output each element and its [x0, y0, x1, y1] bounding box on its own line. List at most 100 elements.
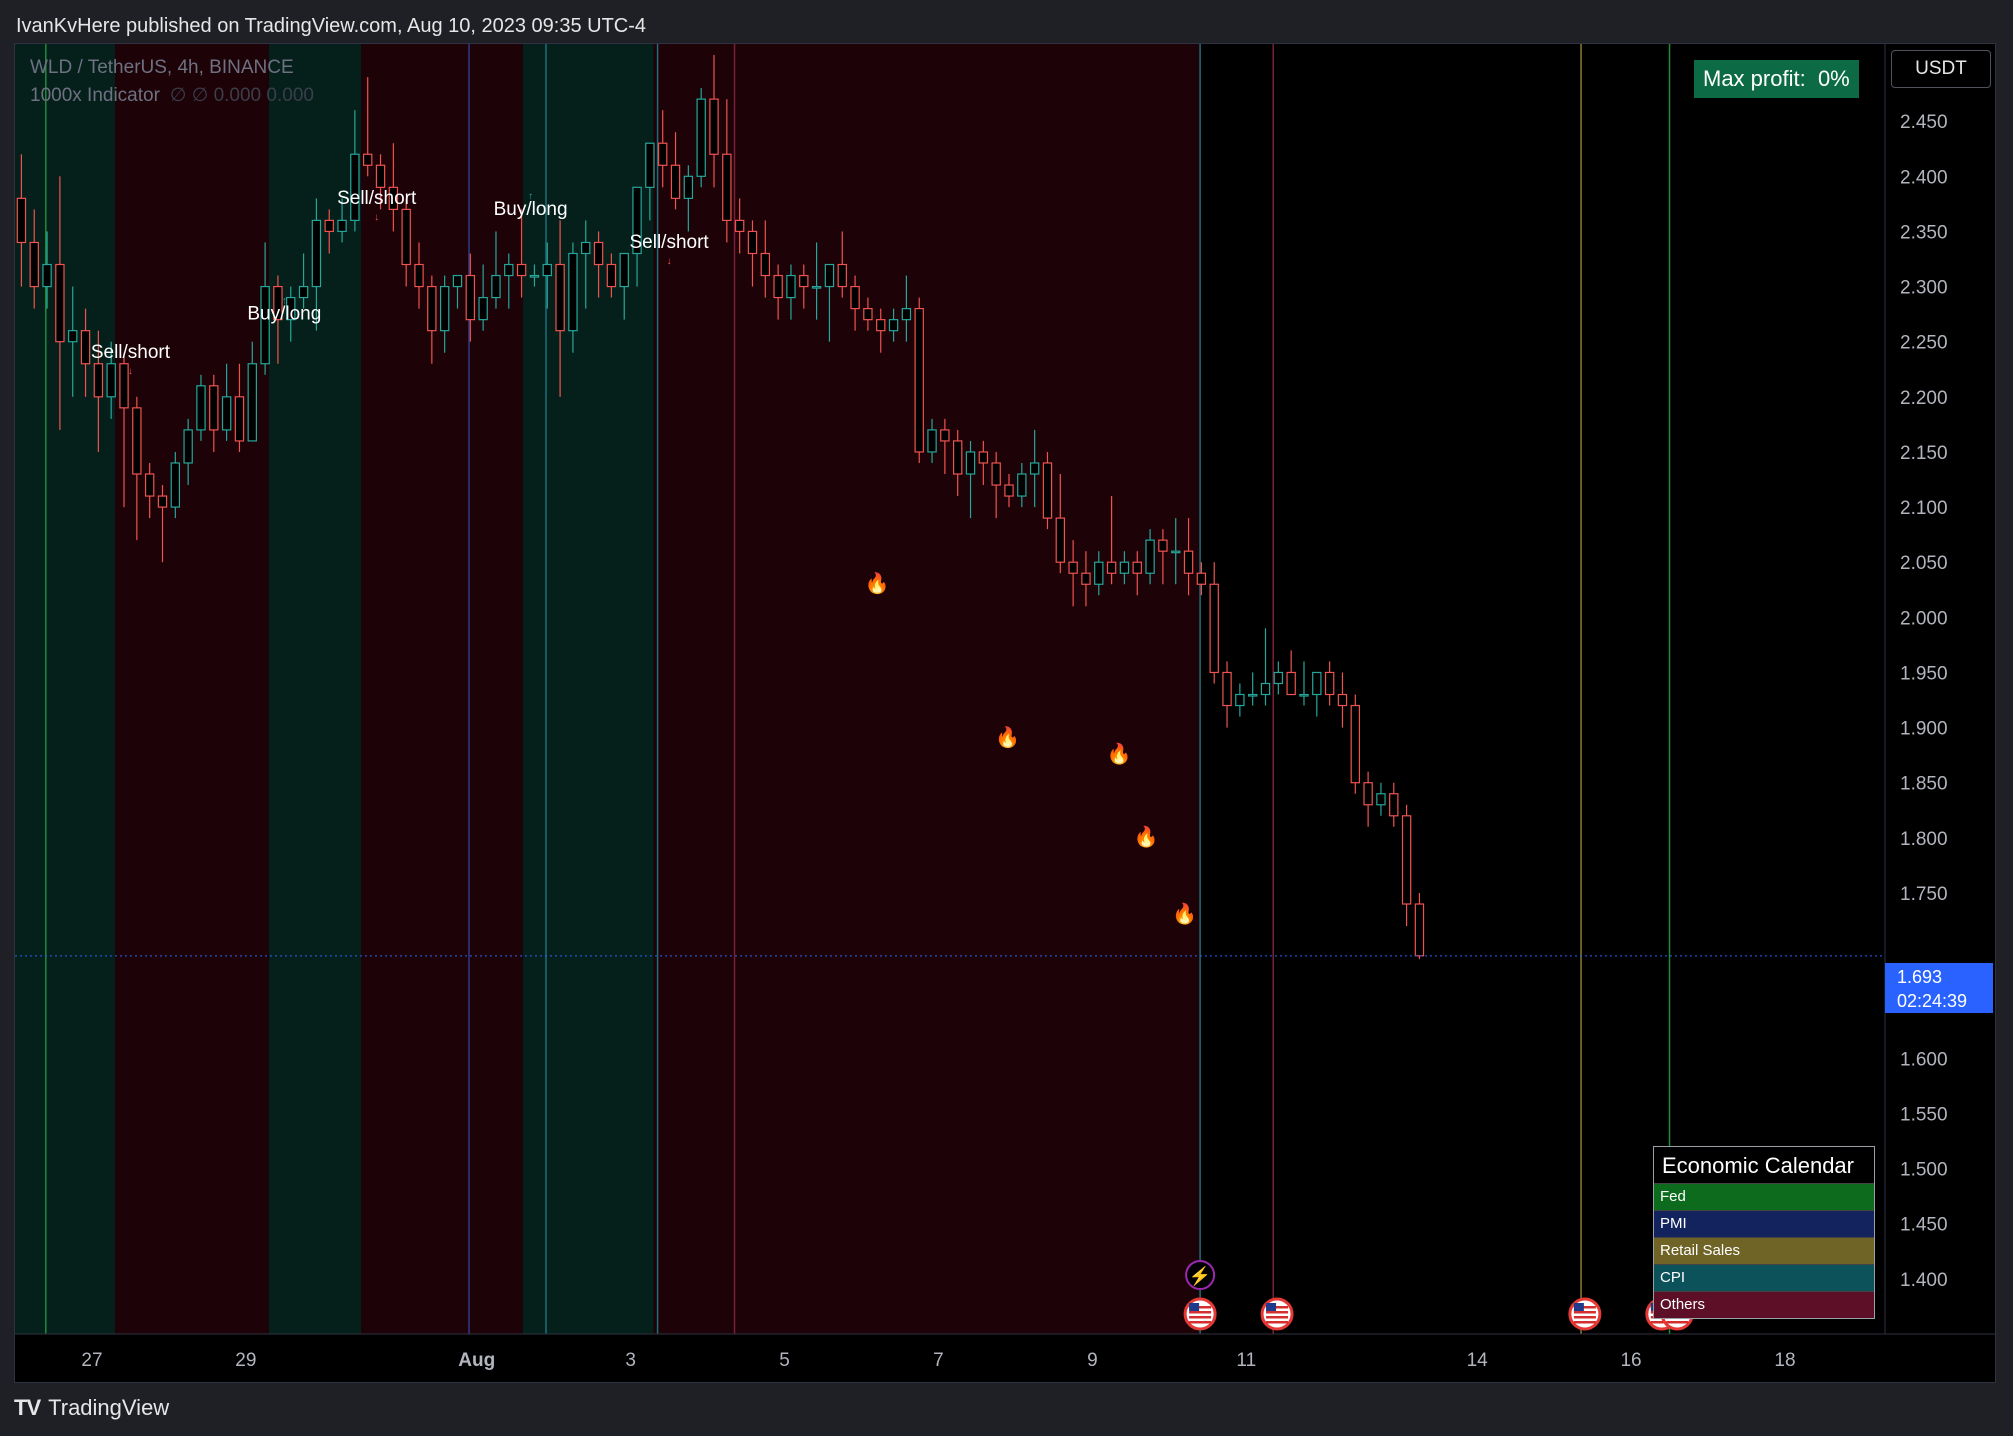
us-flag-icon [1260, 1297, 1294, 1331]
candle-body [978, 451, 989, 464]
signal-arrow-icon: ↓ [128, 366, 133, 377]
candle [1312, 671, 1322, 717]
lightning-glyph: ⚡ [1189, 1265, 1211, 1287]
candle-body [516, 263, 527, 277]
candle-body [260, 285, 270, 365]
time-axis [15, 1334, 1995, 1382]
signal-label: Buy/long [494, 199, 568, 220]
candle-body [234, 396, 245, 442]
candle-body [811, 285, 822, 289]
signal-label: Sell/short [91, 342, 171, 363]
last-price-tag: 1.693 02:24:39 [1885, 963, 1993, 1013]
flag-stripe [1266, 1321, 1289, 1324]
candle-body [1196, 572, 1207, 585]
candle [1337, 672, 1348, 728]
candle-body [760, 252, 771, 277]
candle [1363, 771, 1373, 827]
candle [1222, 661, 1232, 728]
last-price-value: 1.693 [1897, 967, 1943, 987]
price-tick-label: 2.450 [1900, 112, 1948, 133]
price-tick-label: 1.450 [1900, 1215, 1948, 1236]
candle-body [119, 363, 129, 409]
price-tick-label: 1.950 [1900, 663, 1948, 684]
candle-body [68, 330, 78, 343]
candle-body [1324, 671, 1335, 696]
candle-body [247, 363, 257, 442]
candle-body [439, 285, 450, 332]
candle-body [401, 208, 411, 266]
candle-body [734, 219, 745, 233]
candle-body [196, 385, 206, 431]
fire-icon: 🔥 [1107, 742, 1132, 766]
candle-body [1273, 671, 1284, 685]
price-tick-label: 1.600 [1900, 1049, 1948, 1070]
chart-area[interactable]: Sell/short ↓ Buy/long ↑ Sell/short ↓ Buy/long ↑… [14, 43, 1996, 1383]
candle-body [1029, 462, 1040, 475]
candle [914, 297, 924, 463]
price-tick-label: 2.100 [1900, 498, 1948, 519]
candle-body [80, 330, 91, 365]
candle-body [1389, 793, 1399, 817]
candle-body [375, 164, 386, 188]
fire-icon: 🔥 [1172, 902, 1197, 926]
flag-canton [1573, 1303, 1584, 1311]
signal-label: Sell/short [630, 232, 710, 253]
price-tick-label: 1.550 [1900, 1104, 1948, 1125]
signal-zone-sell [653, 44, 1201, 1334]
price-tick-label: 1.500 [1900, 1160, 1948, 1181]
flag-stripe [1573, 1311, 1596, 1314]
candle-body [1260, 682, 1271, 696]
candle-body [42, 263, 52, 288]
brand-name: TradingView [48, 1395, 170, 1420]
indicator-legend[interactable]: 1000x Indicator ∅ ∅ 0.000 0.000 [30, 84, 314, 107]
candle-body [183, 429, 193, 464]
candle-body [106, 363, 116, 398]
candle-body [324, 219, 334, 233]
candle-body [876, 319, 886, 332]
candle-body [1222, 671, 1232, 707]
candle-body [491, 274, 501, 299]
candle-body [837, 263, 847, 288]
flag-stripe [1189, 1311, 1212, 1314]
candle-body [298, 285, 309, 299]
calendar-row-fed: Fed [1654, 1183, 1874, 1210]
candle-body [914, 308, 924, 453]
price-tick-label: 2.350 [1900, 222, 1948, 243]
fire-icon: 🔥 [1134, 824, 1159, 848]
candle-body [157, 495, 168, 508]
footer-brand[interactable]: TV TradingView [14, 1390, 169, 1426]
candle-body [529, 274, 540, 278]
candle-body [606, 263, 617, 288]
price-tick-label: 2.300 [1900, 278, 1948, 299]
bar-countdown: 02:24:39 [1897, 991, 1968, 1011]
flag-stripe [1266, 1311, 1289, 1314]
candle-body [1094, 561, 1104, 585]
candle-body [581, 241, 591, 255]
candle-body [55, 263, 65, 343]
candle [1273, 661, 1284, 695]
price-tick-label: 1.850 [1900, 774, 1948, 795]
time-tick-label: 3 [625, 1350, 636, 1371]
price-tick-label: 1.900 [1900, 719, 1948, 740]
candle-body [132, 407, 142, 475]
candle-body [940, 429, 950, 442]
candle [1350, 694, 1360, 794]
candle-body [1209, 583, 1219, 674]
signal-arrow-icon: ↓ [667, 256, 672, 267]
candle-body [1235, 693, 1245, 707]
signal-zone-sell [361, 44, 523, 1334]
candle-body [619, 252, 629, 288]
symbol-title[interactable]: WLD / TetherUS, 4h, BINANCE [30, 57, 294, 79]
signal-arrow-icon: ↑ [282, 296, 287, 307]
currency-button[interactable]: USDT [1891, 50, 1991, 88]
candle-body [863, 308, 873, 321]
us-flag-icon [1568, 1297, 1602, 1331]
price-tick-label: 1.750 [1900, 884, 1948, 905]
signal-zone-buy [15, 44, 116, 1334]
candle-body [1004, 484, 1014, 497]
time-tick-label: 11 [1236, 1350, 1256, 1371]
candle-body [657, 142, 668, 166]
candle-body [555, 263, 565, 332]
time-tick-label: 18 [1774, 1350, 1795, 1371]
candle-body [1158, 539, 1168, 552]
